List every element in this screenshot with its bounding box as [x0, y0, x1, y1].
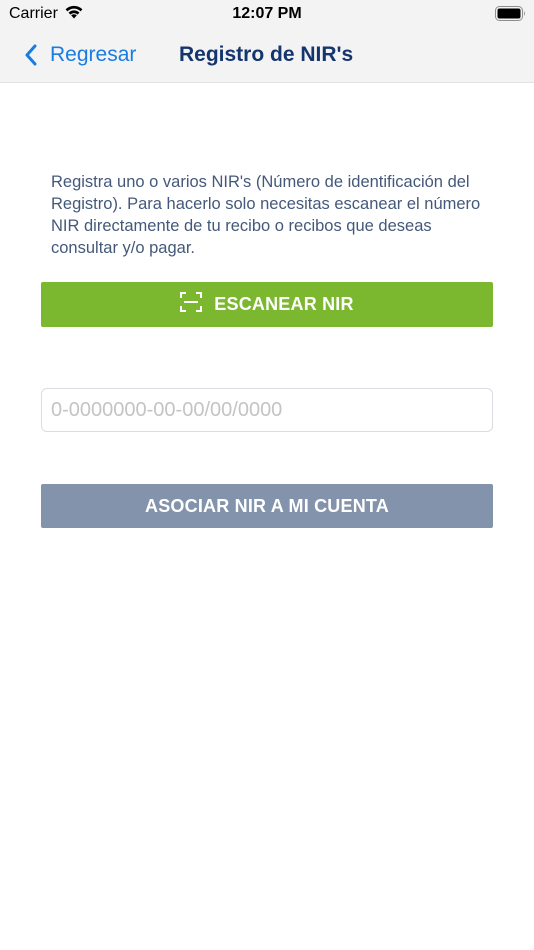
chevron-left-icon [24, 44, 38, 66]
associate-nir-label: ASOCIAR NIR A MI CUENTA [145, 495, 389, 516]
intro-text: Registra uno o varios NIR's (Número de i… [51, 173, 481, 257]
scan-frame-icon [180, 292, 203, 317]
scan-nir-label: ESCANEAR NIR [214, 294, 354, 314]
associate-nir-button[interactable]: ASOCIAR NIR A MI CUENTA [41, 484, 493, 528]
page-title: Registro de NIR's [179, 43, 354, 66]
nir-input[interactable] [41, 388, 493, 432]
scan-nir-button[interactable]: ESCANEAR NIR [41, 282, 493, 327]
back-label: Regresar [50, 43, 137, 66]
top-bar: Carrier 12:07 PM Regresar Registro de NI… [0, 0, 534, 83]
navigation-bar: Regresar Registro de NIR's [0, 32, 534, 76]
battery-icon [495, 6, 526, 21]
status-time: 12:07 PM [232, 5, 302, 22]
back-button[interactable]: Regresar [24, 40, 136, 70]
status-bar: Carrier 12:07 PM [0, 0, 534, 28]
